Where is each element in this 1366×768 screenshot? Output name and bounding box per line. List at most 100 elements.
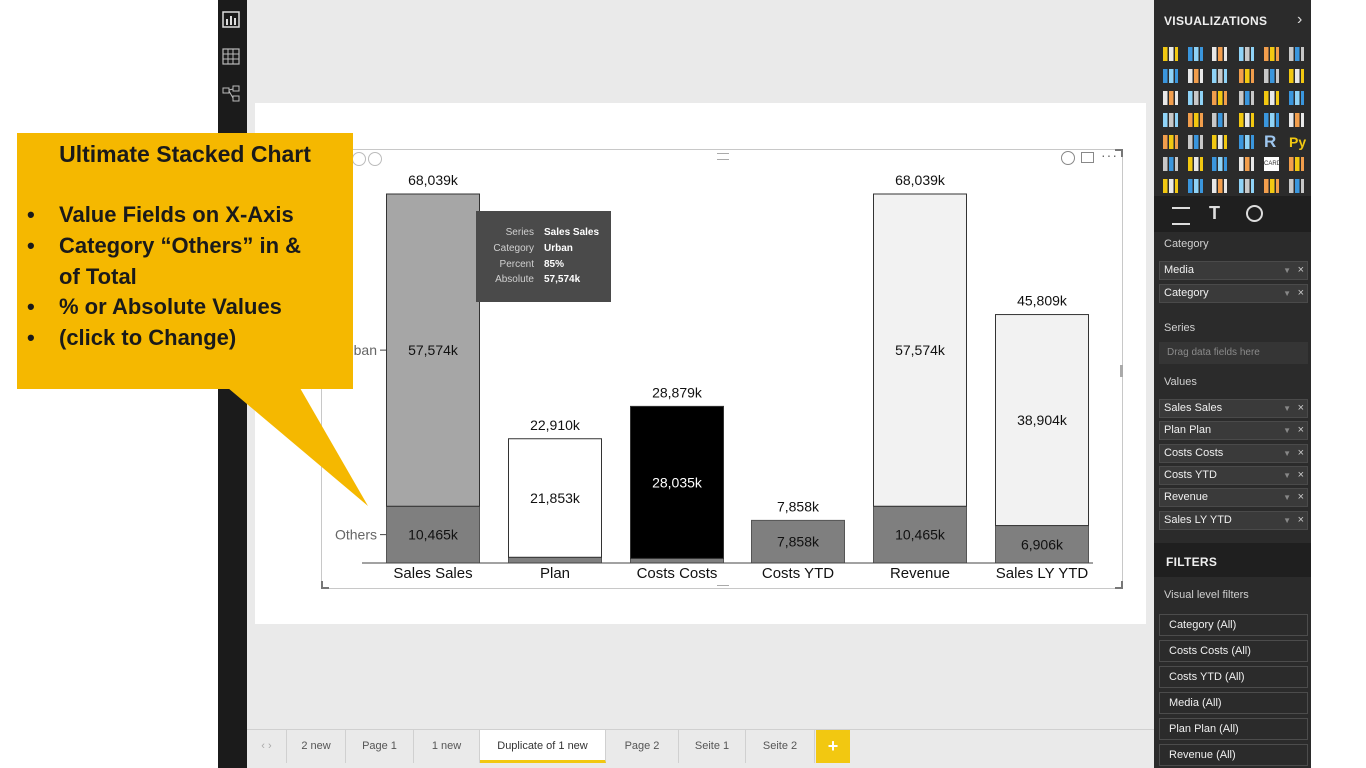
visual-type-icon[interactable] xyxy=(1289,91,1304,105)
visual-type-icon[interactable] xyxy=(1239,113,1254,127)
visual-type-icon[interactable] xyxy=(1264,179,1279,193)
close-icon: × xyxy=(1297,424,1304,436)
visual-type-icon[interactable] xyxy=(1212,69,1227,83)
visual-type-icon[interactable] xyxy=(1188,179,1203,193)
visual-type-icon[interactable] xyxy=(1188,157,1203,171)
visual-type-icon[interactable] xyxy=(1239,135,1254,149)
visual-type-icon[interactable] xyxy=(1163,47,1178,61)
visual-type-icon[interactable] xyxy=(1239,179,1254,193)
data-label: 7,858k xyxy=(777,534,820,550)
tab-duplicate-of-1-new[interactable]: Duplicate of 1 new xyxy=(480,730,606,763)
format-icon[interactable]: T xyxy=(1209,203,1220,224)
total-label: 45,809k xyxy=(1017,293,1068,309)
series-drop-zone[interactable]: Drag data fields here xyxy=(1159,342,1308,364)
data-label: 28,035k xyxy=(652,474,703,490)
add-page-button[interactable]: + xyxy=(816,730,850,763)
visual-type-icon[interactable] xyxy=(1188,91,1203,105)
visual-type-icon[interactable] xyxy=(1212,179,1227,193)
visual-level-filters-label: Visual level filters xyxy=(1164,589,1249,601)
chevron-down-icon: ▼ xyxy=(1283,289,1291,298)
tooltip-value: 57,574k xyxy=(544,274,581,285)
filter-media[interactable]: Media (All) xyxy=(1159,692,1308,714)
visual-type-icon[interactable] xyxy=(1188,69,1203,83)
field-pill-costs-costs[interactable]: Costs Costs ▼ × xyxy=(1159,444,1308,463)
filter-costs-costs[interactable]: Costs Costs (All) xyxy=(1159,640,1308,662)
chevron-down-icon: ▼ xyxy=(1283,266,1291,275)
visual-type-icon[interactable] xyxy=(1239,91,1254,105)
field-pill-costs-ytd[interactable]: Costs YTD ▼ × xyxy=(1159,466,1308,485)
python-visual-icon[interactable]: Py xyxy=(1289,135,1306,149)
data-label: 6,906k xyxy=(1021,536,1064,552)
tab-scroll-arrows[interactable]: ‹ › xyxy=(247,730,287,763)
tab-page-2[interactable]: Page 2 xyxy=(606,730,679,763)
chart-tooltip: Series Sales Sales Category Urban Percen… xyxy=(476,211,611,302)
data-label: 38,904k xyxy=(1017,412,1068,428)
field-pill-category[interactable]: Category ▼ × xyxy=(1159,284,1308,303)
page-tabs: ‹ › 2 new Page 1 1 new Duplicate of 1 ne… xyxy=(247,729,1154,765)
visual-type-icon[interactable] xyxy=(1289,47,1304,61)
x-tick-label: Revenue xyxy=(890,565,950,582)
chevron-down-icon: ▼ xyxy=(1283,516,1291,525)
fields-icon[interactable] xyxy=(1172,207,1190,225)
total-label: 68,039k xyxy=(895,172,946,188)
visual-type-icon[interactable] xyxy=(1212,157,1227,171)
filter-costs-ytd[interactable]: Costs YTD (All) xyxy=(1159,666,1308,688)
visual-type-icon[interactable] xyxy=(1188,47,1203,61)
visual-type-icon[interactable] xyxy=(1163,113,1178,127)
visual-type-icon[interactable] xyxy=(1264,113,1279,127)
data-label: 10,465k xyxy=(895,527,946,543)
category-well-label: Category xyxy=(1164,238,1209,250)
data-label: 21,853k xyxy=(530,490,581,506)
visual-type-icon[interactable] xyxy=(1212,47,1227,61)
field-pill-sales-ly-ytd[interactable]: Sales LY YTD ▼ × xyxy=(1159,511,1308,530)
visual-type-icon[interactable] xyxy=(1212,91,1227,105)
filter-plan-plan[interactable]: Plan Plan (All) xyxy=(1159,718,1308,740)
tab-seite-1[interactable]: Seite 1 xyxy=(679,730,746,763)
visual-type-icon[interactable] xyxy=(1264,91,1279,105)
total-label: 22,910k xyxy=(530,417,581,433)
analytics-icon[interactable] xyxy=(1246,205,1263,222)
visual-type-icon[interactable] xyxy=(1289,113,1304,127)
callout-box: Ultimate Stacked Chart • Value Fields on … xyxy=(17,133,353,389)
r-visual-icon[interactable]: R xyxy=(1264,133,1279,150)
visual-type-icon[interactable] xyxy=(1163,157,1178,171)
field-pill-revenue[interactable]: Revenue ▼ × xyxy=(1159,488,1308,507)
close-icon: × xyxy=(1297,402,1304,414)
visual-type-icon[interactable] xyxy=(1264,47,1279,61)
visual-type-icon[interactable] xyxy=(1163,179,1178,193)
tab-2-new[interactable]: 2 new xyxy=(287,730,346,763)
field-pill-sales-sales[interactable]: Sales Sales ▼ × xyxy=(1159,399,1308,418)
visual-type-icon[interactable] xyxy=(1264,69,1279,83)
visual-type-icon[interactable] xyxy=(1212,135,1227,149)
close-icon: × xyxy=(1297,447,1304,459)
tab-page-1[interactable]: Page 1 xyxy=(346,730,414,763)
visual-type-icon[interactable] xyxy=(1163,91,1178,105)
close-icon: × xyxy=(1297,287,1304,299)
close-icon: × xyxy=(1297,491,1304,503)
visual-type-icon[interactable] xyxy=(1188,135,1203,149)
visual-type-icon[interactable] xyxy=(1163,135,1178,149)
chevron-down-icon: ▼ xyxy=(1283,493,1291,502)
filter-category[interactable]: Category (All) xyxy=(1159,614,1308,636)
x-tick-label: Costs YTD xyxy=(762,565,834,582)
tooltip-key: Percent xyxy=(499,259,534,270)
chevron-down-icon: ▼ xyxy=(1283,471,1291,480)
field-pill-media[interactable]: Media ▼ × xyxy=(1159,261,1308,280)
visual-type-icon[interactable] xyxy=(1289,179,1304,193)
visual-type-icon[interactable] xyxy=(1239,69,1254,83)
field-pill-plan-plan[interactable]: Plan Plan ▼ × xyxy=(1159,421,1308,440)
visual-type-icon[interactable] xyxy=(1212,113,1227,127)
visual-type-icon[interactable] xyxy=(1239,157,1254,171)
visual-type-icon[interactable] xyxy=(1289,69,1304,83)
visual-type-icon[interactable] xyxy=(1289,157,1304,171)
x-tick-label: Plan xyxy=(540,565,570,582)
pane-tabs: T xyxy=(1154,196,1311,232)
visual-type-icon[interactable] xyxy=(1239,47,1254,61)
tab-1-new[interactable]: 1 new xyxy=(414,730,480,763)
card-visual-icon[interactable]: CARD xyxy=(1264,157,1281,171)
tab-seite-2[interactable]: Seite 2 xyxy=(746,730,815,763)
visual-type-icon[interactable] xyxy=(1163,69,1178,83)
visual-type-gallery: R Py CARD xyxy=(1154,0,1311,200)
visual-type-icon[interactable] xyxy=(1188,113,1203,127)
filter-revenue[interactable]: Revenue (All) xyxy=(1159,744,1308,766)
